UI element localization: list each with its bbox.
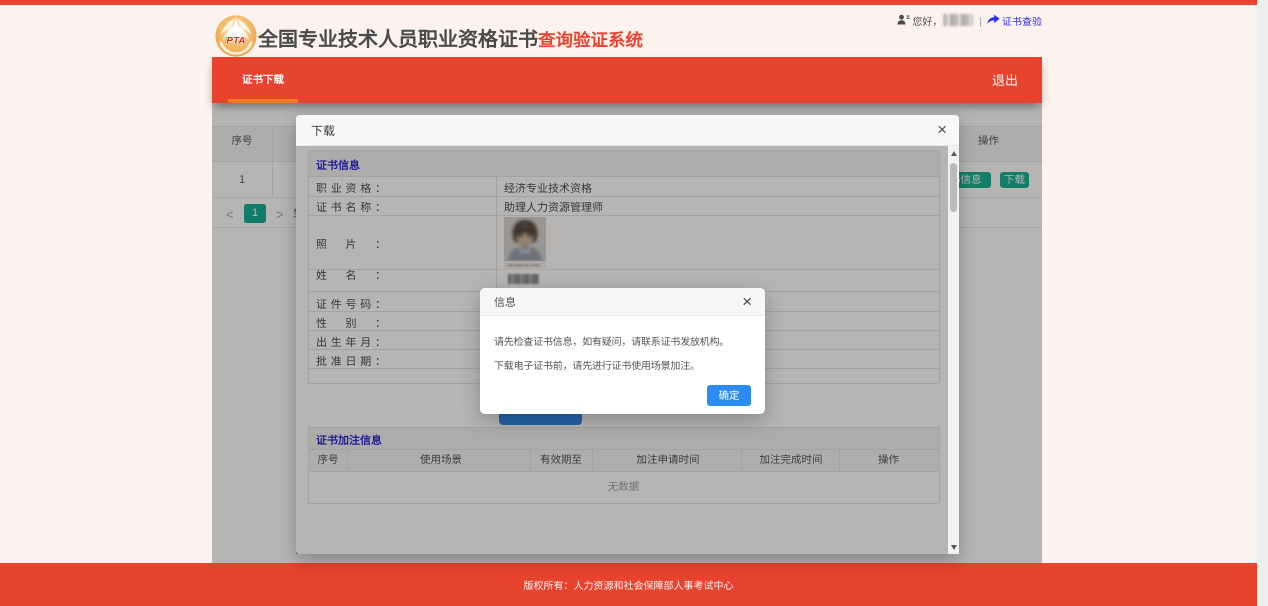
svg-text:PTA: PTA bbox=[227, 36, 246, 47]
